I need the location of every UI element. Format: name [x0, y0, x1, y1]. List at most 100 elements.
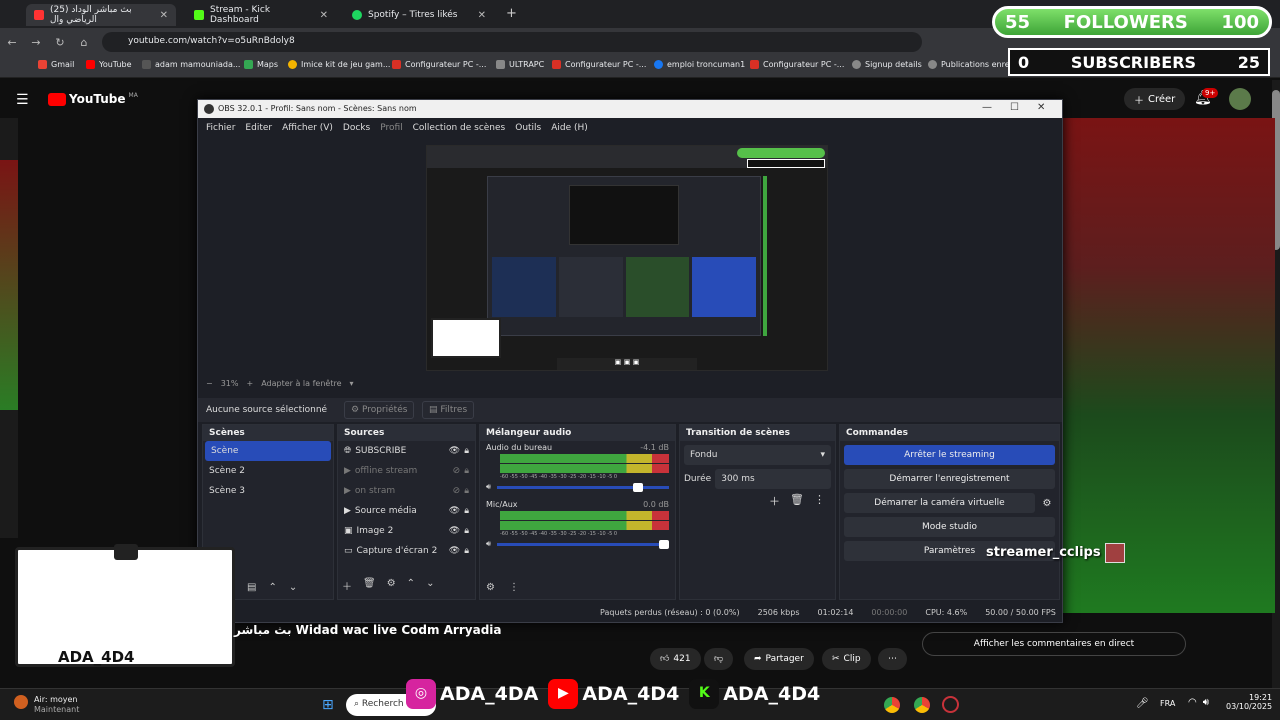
lock-icon[interactable]: 🔒︎: [464, 486, 469, 496]
bookmark-item[interactable]: Configurateur PC -...: [392, 60, 486, 69]
windows-start-icon[interactable]: ⊞: [322, 697, 334, 713]
chevron-down-icon[interactable]: ▾: [349, 379, 353, 388]
address-bar[interactable]: youtube.com/watch?v=o5uRnBdoly8: [102, 32, 922, 52]
bookmark-item[interactable]: emploi troncuman1: [654, 60, 745, 69]
zoom-out-button[interactable]: −: [206, 379, 213, 388]
move-down-icon[interactable]: ⌄: [289, 582, 297, 593]
like-button[interactable]: 👍︎ 421: [650, 648, 701, 670]
duration-input[interactable]: 300 ms: [715, 469, 831, 489]
reload-icon[interactable]: ↻: [48, 36, 72, 49]
move-up-icon[interactable]: ⌃: [268, 582, 276, 593]
menu-profile[interactable]: Profil: [380, 123, 402, 133]
speaker-icon[interactable]: 🔊︎: [486, 539, 491, 549]
eye-icon[interactable]: 👁︎: [449, 506, 460, 516]
microphone-icon[interactable]: 🎤︎: [1136, 698, 1149, 709]
source-item[interactable]: 🌐︎ SUBSCRIBE 👁︎ 🔒︎: [338, 441, 475, 461]
add-transition-icon[interactable]: ＋: [769, 493, 780, 509]
properties-button[interactable]: ⚙ Propriétés: [344, 401, 415, 419]
lock-icon[interactable]: 🔒︎: [464, 526, 469, 536]
dislike-button[interactable]: 👎︎: [704, 648, 734, 670]
clock[interactable]: 19:21 03/10/2025: [1226, 693, 1272, 711]
close-tab-icon[interactable]: ✕: [320, 10, 328, 21]
add-source-icon[interactable]: ＋: [342, 578, 352, 593]
volume-slider[interactable]: [497, 482, 669, 492]
start-virtual-camera-button[interactable]: Démarrer la caméra virtuelle: [844, 493, 1035, 513]
bookmark-item[interactable]: Gmail: [38, 60, 74, 69]
tab-youtube[interactable]: (25) بث مباشر الوداد الرياضي وال ✕: [26, 4, 176, 26]
speaker-icon[interactable]: 🔊︎: [486, 482, 491, 492]
source-item[interactable]: ▭ Capture d'écran 2 👁︎ 🔒︎: [338, 541, 475, 561]
gear-icon[interactable]: ⚙: [387, 578, 396, 593]
eye-hidden-icon[interactable]: ⊘: [453, 486, 461, 496]
bookmark-item[interactable]: Imice kit de jeu gam...: [288, 60, 390, 69]
lock-icon[interactable]: 🔒︎: [464, 446, 469, 456]
gear-icon[interactable]: ⚙: [1035, 498, 1059, 509]
move-up-icon[interactable]: ⌃: [407, 578, 415, 593]
tab-kick[interactable]: Stream - Kick Dashboard ✕: [186, 4, 336, 26]
filter-icon[interactable]: ▤: [247, 582, 256, 593]
close-tab-icon[interactable]: ✕: [478, 10, 486, 21]
source-item[interactable]: ▶ Source média 👁︎ 🔒︎: [338, 501, 475, 521]
menu-docks[interactable]: Docks: [343, 123, 370, 133]
youtube-logo[interactable]: YouTube MA: [48, 92, 138, 106]
scene-item[interactable]: Scène: [205, 441, 331, 461]
forward-icon[interactable]: →: [24, 36, 48, 49]
tab-spotify[interactable]: Spotify – Titres likés ✕: [344, 4, 494, 26]
menu-help[interactable]: Aide (H): [551, 123, 588, 133]
bookmark-item[interactable]: ULTRAPC: [496, 60, 544, 69]
back-icon[interactable]: ←: [0, 36, 24, 49]
scene-item[interactable]: Scène 3: [203, 481, 333, 501]
home-icon[interactable]: ⌂: [72, 36, 96, 49]
bookmark-item[interactable]: Configurateur PC -...: [750, 60, 844, 69]
clip-button[interactable]: ✂ Clip: [822, 648, 871, 670]
lock-icon[interactable]: 🔒︎: [464, 506, 469, 516]
new-tab-button[interactable]: +: [506, 6, 517, 21]
filters-button[interactable]: ▤ Filtres: [422, 401, 475, 419]
minimize-icon[interactable]: —: [982, 102, 992, 113]
menu-icon[interactable]: ☰: [16, 92, 29, 108]
lock-icon[interactable]: 🔒︎: [464, 546, 469, 556]
avatar[interactable]: [1229, 88, 1251, 110]
scene-item[interactable]: Scène 2: [203, 461, 333, 481]
more-icon[interactable]: ⋮: [509, 582, 519, 593]
source-item[interactable]: ▣ Image 2 👁︎ 🔒︎: [338, 521, 475, 541]
more-button[interactable]: ⋯: [878, 648, 907, 670]
bookmark-item[interactable]: Configurateur PC -...: [552, 60, 646, 69]
menu-scene-collection[interactable]: Collection de scènes: [413, 123, 506, 133]
gear-icon[interactable]: ⚙: [486, 582, 495, 593]
close-icon[interactable]: ✕: [1037, 102, 1045, 113]
menu-tools[interactable]: Outils: [515, 123, 541, 133]
more-icon[interactable]: ⋮: [814, 493, 825, 509]
close-tab-icon[interactable]: ✕: [160, 10, 168, 21]
fit-window-button[interactable]: Adapter à la fenêtre: [261, 379, 341, 388]
chrome-icon[interactable]: [884, 697, 900, 713]
start-recording-button[interactable]: Démarrer l'enregistrement: [844, 469, 1055, 489]
menu-edit[interactable]: Editer: [245, 123, 272, 133]
move-down-icon[interactable]: ⌄: [426, 578, 434, 593]
create-button[interactable]: ＋ Créer: [1124, 88, 1186, 110]
system-tray[interactable]: ◠ 🔊︎: [1188, 697, 1209, 708]
obs-taskbar-icon[interactable]: [942, 696, 959, 713]
eye-icon[interactable]: 👁︎: [449, 446, 460, 456]
bookmark-item[interactable]: Signup details: [852, 60, 922, 69]
bookmark-item[interactable]: YouTube: [86, 60, 132, 69]
trash-icon[interactable]: 🗑︎: [363, 578, 376, 593]
eye-icon[interactable]: 👁︎: [449, 546, 460, 556]
maximize-icon[interactable]: ☐: [1010, 102, 1019, 113]
studio-mode-button[interactable]: Mode studio: [844, 517, 1055, 537]
lock-icon[interactable]: 🔒︎: [464, 466, 469, 476]
zoom-in-button[interactable]: +: [246, 379, 253, 388]
eye-icon[interactable]: 👁︎: [449, 526, 460, 536]
menu-file[interactable]: Fichier: [206, 123, 235, 133]
show-live-chat-button[interactable]: Afficher les commentaires en direct: [922, 632, 1186, 656]
bookmark-item[interactable]: Maps: [244, 60, 278, 69]
share-button[interactable]: ➦ Partager: [744, 648, 814, 670]
eye-hidden-icon[interactable]: ⊘: [453, 466, 461, 476]
volume-slider[interactable]: [497, 539, 669, 549]
source-item[interactable]: ▶ on stram ⊘ 🔒︎: [338, 481, 475, 501]
transition-select[interactable]: Fondu ▾: [684, 445, 831, 465]
stop-streaming-button[interactable]: Arrêter le streaming: [844, 445, 1055, 465]
menu-view[interactable]: Afficher (V): [282, 123, 333, 133]
trash-icon[interactable]: 🗑︎: [790, 493, 804, 509]
obs-preview-canvas[interactable]: ▣ ▣ ▣: [426, 145, 828, 371]
